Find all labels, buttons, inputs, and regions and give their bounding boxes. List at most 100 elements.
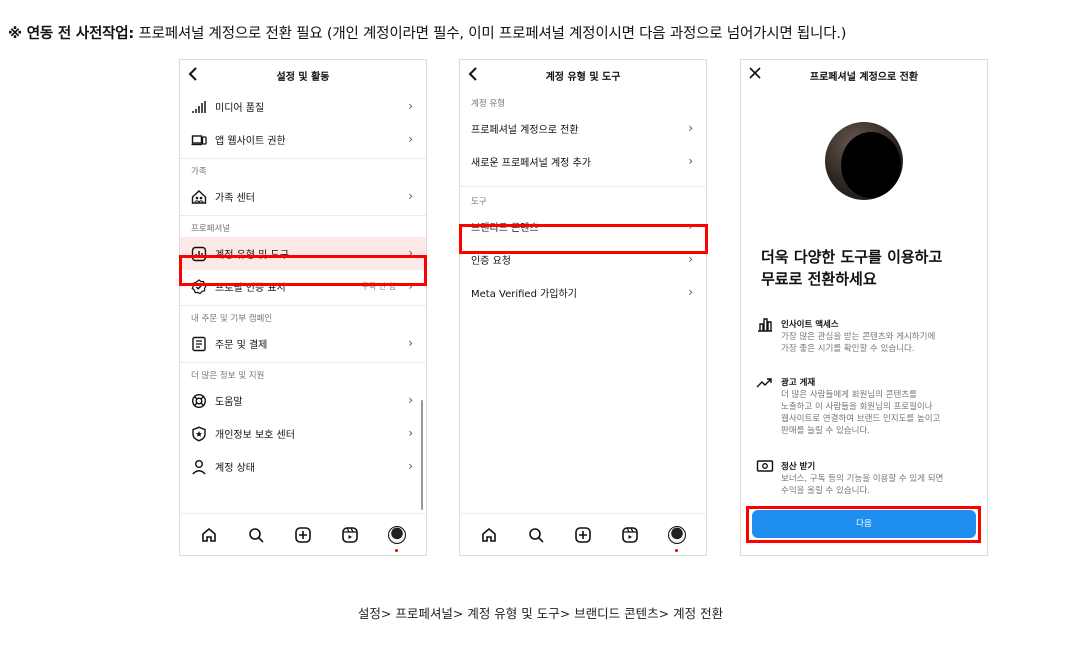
settings-row[interactable]: 계정 상태 › [180,450,426,483]
promo-headline-line1: 더욱 다양한 도구를 이용하고 [761,248,943,266]
create-post-icon[interactable] [572,524,594,546]
row-label: 계정 유형 및 도구 [215,250,289,261]
chevron-right-icon: › [408,189,413,203]
settings-row[interactable]: 미디어 품질 › [180,90,426,123]
settings-row[interactable]: 주문 및 결제 › [180,327,426,360]
row-label: 프로필 인증 표시 [215,283,286,294]
chevron-right-icon: › [688,219,693,233]
switch-to-professional-row[interactable]: 프로페셔널 계정으로 전환 › [460,112,706,145]
reels-icon[interactable] [339,524,361,546]
row-label: 새로운 프로페셔널 계정 추가 [471,158,591,169]
row-label: 계정 상태 [215,463,255,474]
feature-title: 광고 게재 [781,378,816,388]
trend-arrow-icon [756,378,772,388]
row-label: 도움말 [215,397,243,408]
request-verification-row[interactable]: 인증 요청 › [460,243,706,276]
home-icon[interactable] [198,524,220,546]
navigation-path-caption: 설정> 프로페셔널> 계정 유형 및 도구> 브랜디드 콘텐츠> 계정 전환 [357,606,724,621]
top-bar: 계정 유형 및 도구 [460,60,706,90]
family-home-icon [191,189,207,205]
row-label: 프로페셔널 계정으로 전환 [471,125,579,136]
chevron-right-icon: › [688,252,693,266]
feature-title: 인사이트 액세스 [781,320,839,330]
receipt-icon [191,336,207,352]
next-button[interactable]: 다음 [752,510,976,538]
settings-row[interactable]: 도움말 › [180,384,426,417]
feature-description: 더 많은 사람들에게 회원님의 콘텐츠를 노출하고 이 사람들을 회원님의 프로… [781,390,941,436]
account-type-tools-screen: 계정 유형 및 도구 계정 유형 프로페셔널 계정으로 전환 › 새로운 프로페셔… [459,59,707,556]
section-account-type: 계정 유형 [471,99,505,109]
row-label: 미디어 품질 [215,103,265,114]
verified-badge-icon [191,278,207,295]
row-label: 가족 센터 [215,193,255,204]
row-label: 브랜디드 콘텐츠 [471,223,539,234]
row-status: 구독 안 함 [361,282,396,291]
promo-headline-line2: 무료로 전환하세요 [761,270,877,288]
search-icon[interactable] [525,524,547,546]
bottom-tab-bar [460,513,706,555]
headline-bold: ※ 연동 전 사전작업: [8,26,135,42]
top-bar: 프로페셔널 계정으로 전환 [741,60,987,90]
row-label: 주문 및 결제 [215,340,268,351]
row-label: 인증 요청 [471,256,511,267]
section-header: 프로페셔널 [191,224,231,234]
section-tools: 도구 [471,197,487,207]
settings-row[interactable]: 개인정보 보호 센터 › [180,417,426,450]
headline-rest: 프로페셔널 계정으로 전환 필요 (개인 계정이라면 필수, 이미 프로페셔널 … [134,26,847,42]
create-post-icon[interactable] [292,524,314,546]
row-label: Meta Verified 가입하기 [471,289,577,300]
settings-list: 미디어 품질 › 앱 웹사이트 권한 › 가족가족 센터 › 프로페셔널계정 유형 및 도구… [180,90,426,483]
signal-bars-icon [191,99,207,115]
cash-icon [756,460,774,472]
section-header: 가족 [191,167,207,177]
profile-avatar-icon[interactable] [386,524,408,552]
chevron-right-icon: › [408,132,413,146]
settings-row[interactable]: 앱 웹사이트 권한 › [180,123,426,156]
meta-verified-row[interactable]: Meta Verified 가입하기 › [460,276,706,309]
settings-row[interactable]: 가족 센터 › [180,180,426,213]
promo-headline: 더욱 다양한 도구를 이용하고 무료로 전환하세요 [761,246,942,290]
home-icon[interactable] [478,524,500,546]
lifebuoy-icon [191,393,207,409]
settings-row[interactable]: 프로필 인증 표시 구독 안 함 › [180,270,426,303]
chevron-right-icon: › [408,246,413,260]
section-header: 더 많은 정보 및 지원 [191,371,265,381]
instruction-headline: ※ 연동 전 사전작업: 프로페셔널 계정으로 전환 필요 (개인 계정이라면 … [8,22,846,43]
row-label: 개인정보 보호 센터 [215,430,295,441]
screen-title: 프로페셔널 계정으로 전환 [809,72,919,83]
profile-avatar-icon[interactable] [666,524,688,552]
chevron-right-icon: › [408,426,413,440]
feature-description: 보너스, 구독 등의 기능을 이용할 수 있게 되면 수익을 올릴 수 있습니다… [781,474,944,496]
search-icon[interactable] [245,524,267,546]
row-label: 앱 웹사이트 권한 [215,136,286,147]
chevron-right-icon: › [408,279,413,293]
branded-content-row[interactable]: 브랜디드 콘텐츠 › [460,210,706,243]
scrollbar[interactable] [421,400,423,510]
chevron-right-icon: › [408,336,413,350]
reels-icon[interactable] [619,524,641,546]
top-bar: 설정 및 활동 [180,60,426,90]
screen-title: 계정 유형 및 도구 [545,72,621,83]
profile-photo [825,122,903,200]
chevron-right-icon: › [408,99,413,113]
feature-title: 정산 받기 [781,462,816,472]
screen-title: 설정 및 활동 [276,72,330,83]
chart-box-icon [191,246,207,262]
switch-professional-screen: 프로페셔널 계정으로 전환 더욱 다양한 도구를 이용하고 무료로 전환하세요 … [740,59,988,556]
shield-star-icon [191,426,207,442]
chevron-right-icon: › [408,459,413,473]
chevron-right-icon: › [688,121,693,135]
insights-chart-icon [758,318,772,332]
chevron-right-icon: › [408,393,413,407]
chevron-right-icon: › [688,285,693,299]
bottom-tab-bar [180,513,426,555]
person-icon [191,459,207,475]
chevron-right-icon: › [688,154,693,168]
settings-activity-screen: 설정 및 활동 미디어 품질 › 앱 웹사이트 권한 › 가족가족 센터 › 프로페셔널계정… [179,59,427,556]
add-professional-account-row[interactable]: 새로운 프로페셔널 계정 추가 › [460,145,706,178]
feature-description: 가장 많은 관심을 받는 콘텐츠와 게시하기에 가장 좋은 시기를 확인할 수 … [781,332,936,354]
divider [460,186,706,192]
phone-laptop-icon [191,132,207,148]
settings-row[interactable]: 계정 유형 및 도구 › [180,237,426,270]
section-header: 내 주문 및 기부 캠페인 [191,314,273,324]
